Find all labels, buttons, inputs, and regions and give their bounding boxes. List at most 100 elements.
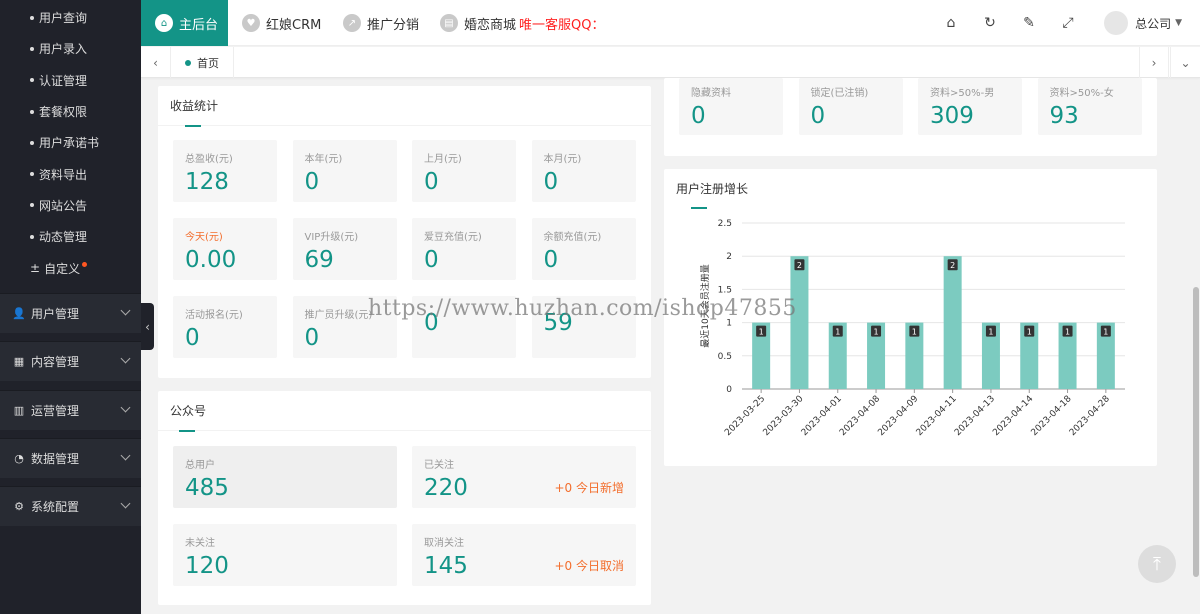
stat-tile: 余额充值(元) 0	[531, 218, 636, 280]
stat-value: 0	[424, 169, 439, 195]
sidebar-group-system-config[interactable]: ⚙ 系统配置	[0, 486, 141, 526]
sidebar-group-content-management[interactable]: ▦ 内容管理	[0, 341, 141, 381]
stat-tile: 本年(元) 0	[292, 140, 397, 202]
stat-tile: 资料>50%-男 309	[918, 78, 1022, 135]
sidebar-group-label: 内容管理	[31, 355, 80, 369]
tab-main-admin[interactable]: ⌂ 主后台	[141, 0, 228, 46]
sidebar-group-user-management[interactable]: 👤 用户管理	[0, 293, 141, 333]
bar-data-label: 1	[759, 328, 764, 337]
stat-label: 活动报名(元)	[185, 310, 243, 321]
sidebar-item-custom[interactable]: ± 自定义	[0, 252, 141, 283]
tab-shop[interactable]: ▤ 婚恋商城 唯一客服QQ：	[440, 0, 604, 46]
stat-tile: VIP升级(元) 69	[292, 218, 397, 280]
stat-label: 未关注	[185, 538, 215, 549]
tabs-dropdown-button[interactable]: ⌄	[1170, 47, 1200, 78]
stat-value: 0	[185, 325, 200, 351]
title-underline	[185, 125, 201, 127]
bar-data-label: 1	[1027, 328, 1032, 337]
stat-tile: 活动报名(元) 0	[173, 296, 277, 358]
stat-label: 取消关注	[424, 538, 464, 549]
stat-tile: 取消关注 145 +0 今日取消	[412, 524, 636, 586]
stat-label: 已关注	[424, 460, 454, 471]
stat-value: 485	[185, 475, 229, 501]
stat-value: 120	[185, 553, 229, 579]
notification-dot	[82, 261, 88, 267]
tabs-scroll-left-button[interactable]: ‹	[141, 47, 171, 78]
stat-note: +0 今日新增	[554, 481, 624, 495]
chevron-down-icon	[120, 305, 131, 316]
sidebar-item[interactable]: 用户查询	[0, 2, 141, 33]
stat-label: 爱豆充值(元)	[424, 232, 482, 243]
bar-data-label: 1	[1065, 328, 1070, 337]
trend-icon: ↗	[343, 14, 361, 32]
stat-value: 69	[304, 247, 334, 273]
bullet-icon	[30, 172, 34, 177]
tabs-scroll-right-button[interactable]: ›	[1139, 47, 1169, 78]
bar-data-label: 1	[912, 328, 917, 337]
stat-value: 0.00	[185, 247, 237, 273]
stat-label: 余额充值(元)	[543, 232, 602, 243]
stat-value: 93	[1049, 103, 1079, 129]
home-circle-icon: ⌂	[155, 14, 173, 32]
chevron-down-icon	[120, 353, 131, 364]
sidebar-item[interactable]: 动态管理	[0, 221, 141, 252]
chevron-down-icon	[120, 402, 131, 413]
registration-bar-chart: 00.511.522.5最近10天会员注册量 12023-03-2522023-0…	[699, 219, 1125, 438]
sidebar-item-label: 用户录入	[39, 42, 88, 57]
card-title: 公众号	[158, 391, 651, 431]
arrow-up-icon: ⤒	[1153, 553, 1161, 575]
sidebar-group-data-management[interactable]: ◔ 数据管理	[0, 438, 141, 478]
sidebar-item[interactable]: 套餐权限	[0, 96, 141, 127]
sidebar-item[interactable]: 用户录入	[0, 33, 141, 64]
scrollbar[interactable]	[1193, 287, 1199, 577]
stat-value: 309	[930, 103, 974, 129]
stat-tile: 总盈收(元) 128	[173, 140, 277, 202]
stat-tile: 未关注 120	[173, 524, 397, 586]
stat-tile: 上月(元) 0	[412, 140, 516, 202]
y-tick-label: 0.5	[718, 352, 732, 362]
sidebar-collapse-button[interactable]: ‹	[141, 303, 154, 350]
user-menu[interactable]: 总公司 ▼	[1104, 11, 1182, 35]
plus-minus-icon: ±	[30, 261, 41, 276]
refresh-icon[interactable]: ↻	[980, 13, 1000, 33]
qq-contact-text: 唯一客服QQ：	[519, 17, 605, 33]
bar-data-label: 2	[950, 261, 955, 270]
stat-tile: 总用户 485	[173, 446, 397, 508]
stat-tile: 爱豆充值(元) 0	[412, 218, 516, 280]
home-icon[interactable]: ⌂	[941, 13, 961, 33]
profile-stats-card: 隐藏资料 0 锁定(已注销) 0 资料>50%-男 309 资料>50%-女 93	[664, 78, 1157, 156]
fullscreen-icon[interactable]: ⤢	[1058, 13, 1078, 33]
clear-cache-icon[interactable]: ✎	[1019, 13, 1039, 33]
sidebar-group-label: 用户管理	[31, 307, 80, 321]
tab-promotion[interactable]: ↗ 推广分销	[343, 0, 419, 46]
sidebar-item[interactable]: 网站公告	[0, 190, 141, 221]
stat-label: 总用户	[185, 460, 215, 471]
stat-label: 今天(元)	[185, 232, 223, 243]
pie-chart-icon: ◔	[14, 452, 24, 465]
tab-matchmaker-crm[interactable]: ♥ 红娘CRM	[242, 0, 321, 46]
stat-tile: 隐藏资料 0	[679, 78, 783, 135]
stat-value: 0	[304, 169, 320, 195]
sidebar-item[interactable]: 认证管理	[0, 65, 141, 96]
sidebar-item-label: 资料导出	[39, 167, 88, 182]
bullet-icon	[30, 109, 34, 114]
page-tab-label: 首页	[197, 56, 219, 70]
page-tab-home[interactable]: 首页	[171, 47, 234, 78]
stat-label: VIP升级(元)	[304, 232, 359, 243]
chart-bar	[790, 256, 809, 389]
stat-label: 上月(元)	[424, 154, 462, 165]
back-to-top-button[interactable]: ⤒	[1138, 545, 1176, 583]
bullet-icon	[30, 140, 34, 145]
stat-value: 0	[543, 247, 559, 273]
wechat-stats-card: 公众号 总用户 485 已关注 220 +0 今日新增 未关注 120 取消关注 145 +0 今…	[158, 391, 651, 605]
sidebar-item-label: 网站公告	[39, 198, 88, 213]
sidebar-item[interactable]: 资料导出	[0, 158, 141, 189]
sidebar-group-operations[interactable]: ▥ 运营管理	[0, 390, 141, 430]
sidebar-item[interactable]: 用户承诺书	[0, 127, 141, 158]
y-tick-label: 1.5	[718, 285, 732, 295]
bar-data-label: 1	[988, 328, 993, 337]
bullet-icon	[30, 203, 34, 208]
tab-label: 红娘CRM	[266, 17, 322, 33]
income-stats-card: 收益统计 总盈收(元) 128 本年(元) 0 上月(元) 0 本月(元) 0 今天(元) 0.0…	[158, 86, 651, 378]
user-name: 总公司	[1135, 16, 1172, 31]
